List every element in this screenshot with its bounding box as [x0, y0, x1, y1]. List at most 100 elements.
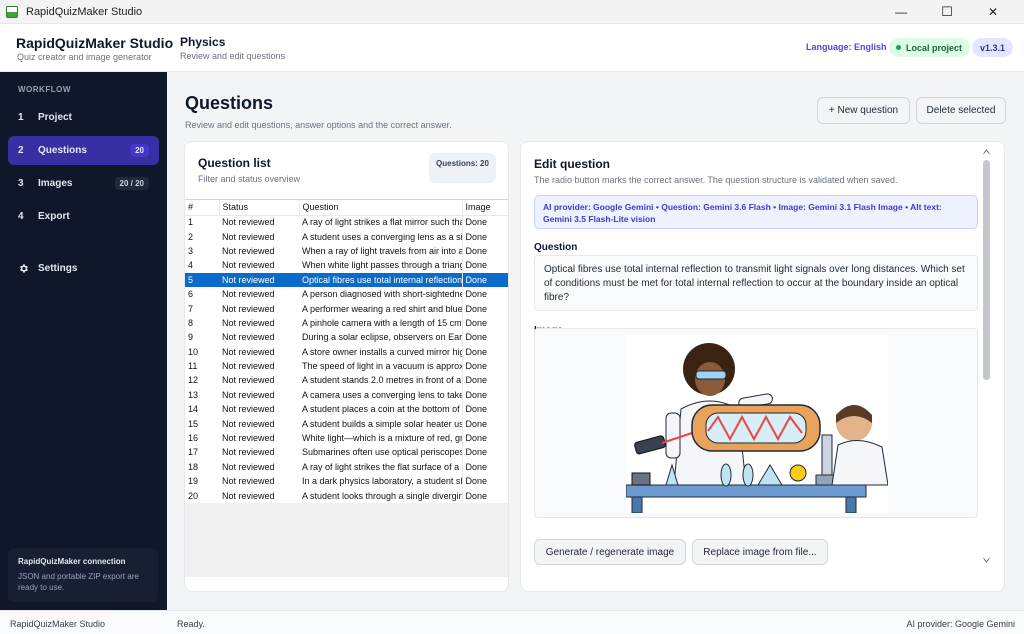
- row-number: 20: [188, 490, 199, 501]
- row-question: When white light passes through a triang…: [299, 258, 463, 273]
- table-row[interactable]: 20 Not reviewed A student looks through a …: [185, 488, 508, 503]
- new-question-button[interactable]: + New question: [817, 97, 910, 124]
- nav-label: Images: [38, 178, 73, 189]
- table-row[interactable]: 18 Not reviewed A ray of light strikes the…: [185, 459, 508, 475]
- row-number: 9: [188, 332, 194, 343]
- table-row[interactable]: 2 Not reviewed A student uses a converging…: [185, 229, 508, 244]
- editor-scrollbar[interactable]: [982, 146, 991, 566]
- row-question: A student looks through a single divergi…: [299, 488, 463, 503]
- connection-panel: RapidQuizMaker connection JSON and porta…: [8, 548, 158, 602]
- table-row[interactable]: 11 Not reviewed The speed of light in a va…: [185, 358, 508, 374]
- gear-icon: [8, 263, 38, 274]
- column-header[interactable]: #: [185, 200, 220, 216]
- row-question: A camera uses a converging lens to take: [299, 387, 463, 403]
- generate-image-button[interactable]: Generate / regenerate image: [534, 539, 686, 565]
- question-illustration: [626, 335, 888, 513]
- table-row[interactable]: 15 Not reviewed A student builds a simple …: [185, 416, 508, 431]
- question-text-field[interactable]: Optical fibres use total internal reflec…: [534, 255, 978, 311]
- table-row[interactable]: 19 Not reviewed In a dark physics laborato…: [185, 474, 508, 489]
- row-status: Not reviewed: [222, 418, 275, 429]
- row-status: Not reviewed: [222, 389, 275, 400]
- sidebar-item-project[interactable]: 1 Project: [8, 103, 159, 132]
- question-table[interactable]: # Status Question Image 1 Not reviewed A r…: [185, 199, 508, 577]
- sidebar-item-images[interactable]: 3 Images 20 / 20: [8, 169, 159, 198]
- edit-question-panel: Edit question The radio button marks the…: [520, 141, 1005, 592]
- status-provider: AI provider: Google Gemini: [906, 619, 1015, 629]
- count-badge: 20: [130, 144, 149, 157]
- sidebar-item-settings[interactable]: Settings: [8, 254, 159, 283]
- row-status: Not reviewed: [222, 217, 275, 228]
- row-image-status: Done: [465, 317, 488, 328]
- row-number: 2: [188, 231, 194, 242]
- row-number: 7: [188, 303, 194, 314]
- table-row[interactable]: 10 Not reviewed A store owner installs a c…: [185, 344, 508, 359]
- row-image-status: Done: [465, 389, 488, 400]
- row-status: Not reviewed: [222, 404, 275, 415]
- app-header: RapidQuizMaker Studio Quiz creator and i…: [0, 24, 1024, 72]
- table-row[interactable]: 3 Not reviewed When a ray of light travels…: [185, 243, 508, 259]
- table-row[interactable]: 17 Not reviewed Submarines often use optic…: [185, 445, 508, 460]
- column-header[interactable]: Question: [299, 200, 463, 216]
- close-button[interactable]: ✕: [970, 0, 1016, 24]
- delete-selected-button[interactable]: Delete selected: [916, 97, 1006, 124]
- row-image-status: Done: [465, 332, 488, 343]
- row-number: 10: [188, 346, 199, 357]
- row-question: A person diagnosed with short-sightedne: [299, 286, 463, 302]
- connection-text: JSON and portable ZIP export are ready t…: [18, 572, 139, 592]
- table-row[interactable]: 1 Not reviewed A ray of light strikes a fl…: [185, 215, 508, 230]
- row-status: Not reviewed: [222, 317, 275, 328]
- row-image-status: Done: [462, 272, 508, 287]
- row-question: A ray of light strikes the flat surface …: [299, 459, 463, 475]
- minimize-button[interactable]: —: [878, 0, 924, 24]
- table-row[interactable]: 7 Not reviewed A performer wearing a red s…: [185, 301, 508, 316]
- row-number: 3: [188, 245, 194, 256]
- row-image-status: Done: [465, 260, 488, 271]
- row-image-status: Done: [465, 433, 488, 444]
- nav-label: Settings: [38, 263, 78, 274]
- page-subtitle: Review and edit questions, answer option…: [185, 120, 452, 130]
- maximize-button[interactable]: ☐: [924, 0, 970, 24]
- row-number: 8: [188, 317, 194, 328]
- table-row[interactable]: 16 Not reviewed White light—which is a mix…: [185, 430, 508, 446]
- table-row[interactable]: 13 Not reviewed A camera uses a converging…: [185, 387, 508, 403]
- column-header[interactable]: Image: [462, 200, 508, 216]
- nav-number: 2: [18, 145, 24, 156]
- row-question: White light—which is a mixture of red, g…: [299, 430, 463, 446]
- table-row[interactable]: 4 Not reviewed When white light passes thr…: [185, 258, 508, 273]
- replace-image-button[interactable]: Replace image from file...: [692, 539, 828, 565]
- connection-title: RapidQuizMaker connection: [18, 557, 126, 566]
- question-list-title: Question list: [198, 156, 271, 170]
- image-preview: [534, 328, 978, 518]
- row-question: A student uses a converging lens as a si…: [299, 229, 463, 244]
- sidebar-item-export[interactable]: 4 Export: [8, 202, 159, 231]
- table-row[interactable]: 6 Not reviewed A person diagnosed with sho…: [185, 286, 508, 302]
- row-number: 15: [188, 418, 199, 429]
- row-question: A performer wearing a red shirt and blue: [299, 301, 463, 316]
- table-row[interactable]: 14 Not reviewed A student places a coin at…: [185, 402, 508, 417]
- local-project-badge: Local project: [889, 38, 971, 57]
- edit-question-subtitle: The radio button marks the correct answe…: [534, 175, 898, 185]
- page-title: Questions: [185, 93, 274, 113]
- table-row[interactable]: 9 Not reviewed During a solar eclipse, obs…: [185, 330, 508, 345]
- row-question: Submarines often use optical periscopes: [299, 445, 463, 460]
- row-image-status: Done: [465, 346, 488, 357]
- table-row[interactable]: 5 Not reviewed Optical fibres use total in…: [185, 272, 508, 287]
- language-indicator[interactable]: Language: English: [806, 42, 887, 52]
- row-status: Not reviewed: [222, 490, 275, 501]
- row-status: Not reviewed: [222, 346, 275, 357]
- sidebar-item-questions[interactable]: 2 Questions 20: [8, 136, 159, 165]
- row-status: Not reviewed: [222, 289, 275, 300]
- row-status: Not reviewed: [222, 447, 275, 458]
- table-row[interactable]: 8 Not reviewed A pinhole camera with a len…: [185, 315, 508, 331]
- question-list-panel: Question list Filter and status overview…: [184, 141, 509, 592]
- app-icon: [6, 5, 18, 18]
- edit-question-title: Edit question: [534, 157, 610, 171]
- row-image-status: Done: [465, 418, 488, 429]
- row-question: A store owner installs a curved mirror h…: [299, 344, 463, 359]
- status-app: RapidQuizMaker Studio: [10, 619, 106, 629]
- nav-label: Questions: [38, 145, 87, 156]
- table-row[interactable]: 12 Not reviewed A student stands 2.0 metre…: [185, 373, 508, 388]
- row-number: 14: [188, 404, 199, 415]
- row-question: A ray of light strikes a flat mirror suc…: [299, 215, 463, 230]
- column-header[interactable]: Status: [219, 200, 300, 216]
